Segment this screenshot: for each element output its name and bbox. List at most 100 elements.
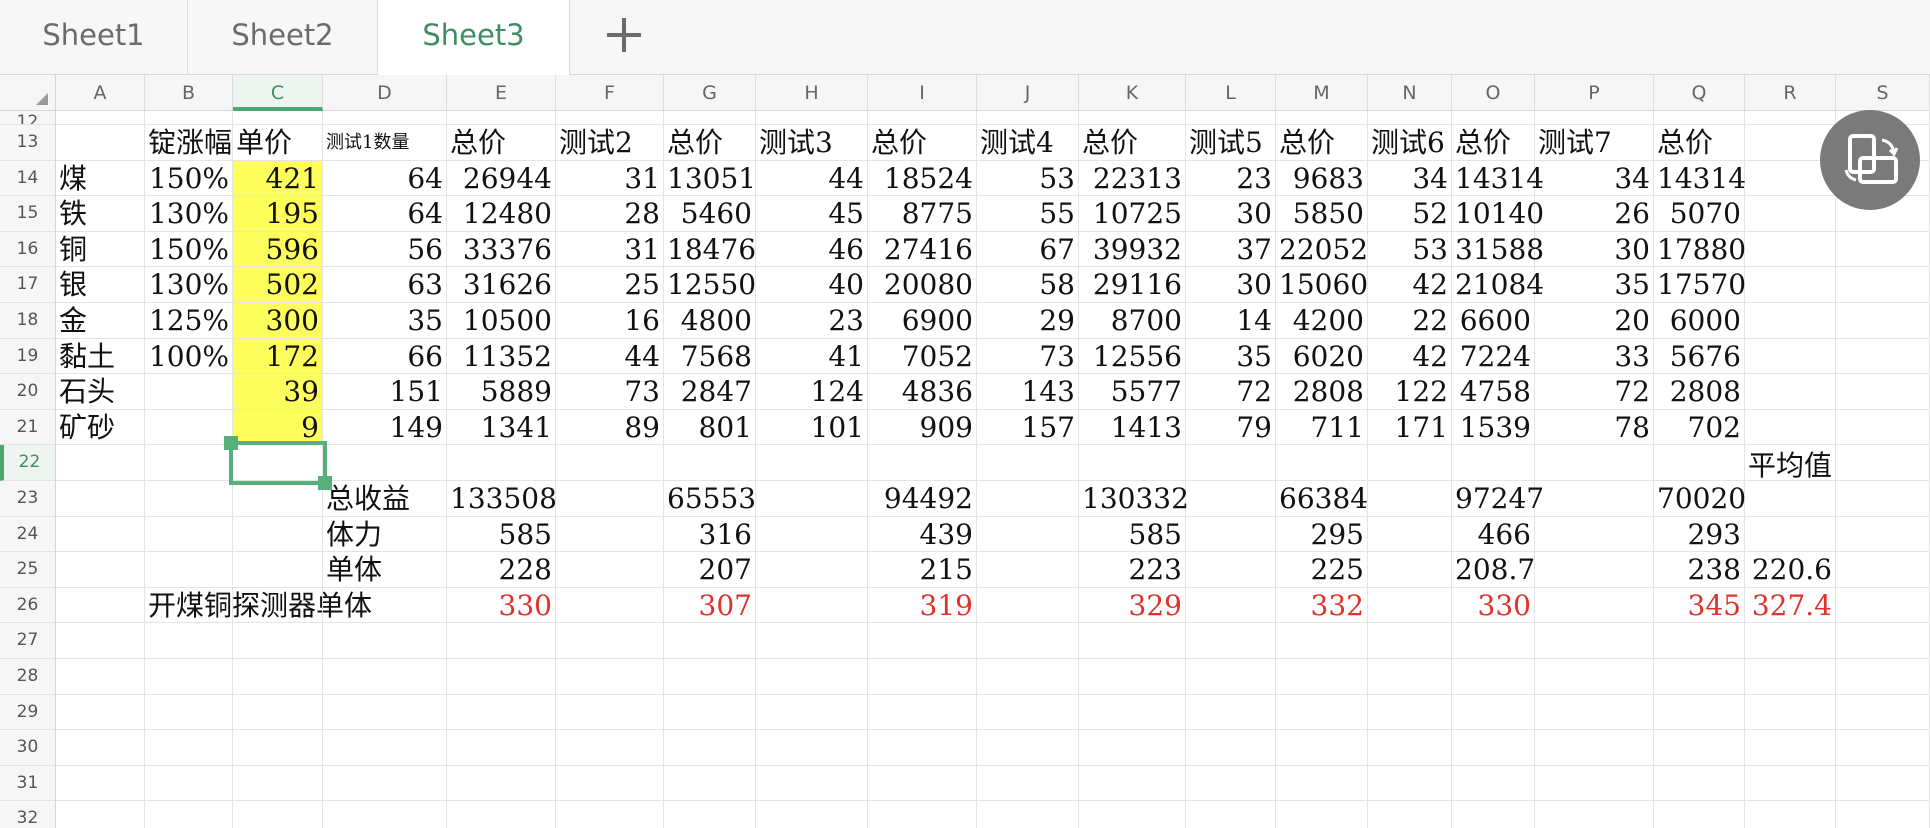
row-header-15[interactable]: 15: [0, 196, 56, 232]
cell-k30[interactable]: [1079, 730, 1186, 766]
cell-k31[interactable]: [1079, 765, 1186, 802]
cell-o16[interactable]: 31588: [1452, 231, 1544, 268]
cell-s20[interactable]: [1836, 374, 1930, 410]
cell-k17[interactable]: 29116: [1079, 267, 1186, 303]
cell-i31[interactable]: [868, 765, 977, 802]
cell-j27[interactable]: [977, 623, 1079, 659]
cell-m21[interactable]: 711: [1276, 409, 1368, 446]
row-header-16[interactable]: 16: [0, 231, 56, 268]
cell-c32[interactable]: [233, 801, 323, 828]
cell-e27[interactable]: [447, 623, 556, 659]
cell-a29[interactable]: [56, 694, 145, 731]
cell-j28[interactable]: [977, 659, 1079, 695]
cell-n20[interactable]: 122: [1368, 374, 1452, 410]
cell-g28[interactable]: [664, 659, 756, 695]
cell-n28[interactable]: [1368, 659, 1452, 695]
column-header-f[interactable]: F: [556, 75, 664, 111]
cell-n24[interactable]: [1368, 516, 1452, 553]
cell-d22[interactable]: [323, 445, 447, 481]
cell-h26[interactable]: [756, 587, 868, 624]
row-header-24[interactable]: 24: [0, 516, 56, 553]
cell-f17[interactable]: 25: [556, 267, 664, 303]
cell-r18[interactable]: [1745, 303, 1836, 339]
cell-r22[interactable]: 平均值: [1745, 445, 1836, 482]
cell-p16[interactable]: 30: [1535, 231, 1654, 268]
cell-d23[interactable]: 总收益: [323, 481, 447, 517]
cell-p12[interactable]: [1535, 111, 1654, 125]
cell-f21[interactable]: 89: [556, 409, 664, 446]
cell-a24[interactable]: [56, 516, 145, 553]
cell-j14[interactable]: 53: [977, 160, 1079, 197]
column-header-i[interactable]: I: [868, 75, 977, 111]
cell-r27[interactable]: [1745, 623, 1836, 659]
cell-j22[interactable]: [977, 445, 1079, 481]
cell-j32[interactable]: [977, 801, 1079, 828]
cell-q20[interactable]: 2808: [1654, 374, 1745, 410]
cell-g15[interactable]: 5460: [664, 196, 756, 232]
cell-e29[interactable]: [447, 694, 556, 731]
cell-o26[interactable]: 330: [1452, 587, 1535, 624]
cell-i14[interactable]: 18524: [868, 160, 977, 197]
cell-i13[interactable]: 总价: [868, 125, 977, 161]
cell-e17[interactable]: 31626: [447, 267, 556, 303]
cell-q23[interactable]: 70020: [1654, 481, 1746, 517]
cell-g21[interactable]: 801: [664, 409, 756, 446]
cell-f32[interactable]: [556, 801, 664, 828]
cell-j19[interactable]: 73: [977, 338, 1079, 375]
cell-e21[interactable]: 1341: [447, 409, 556, 446]
cell-d13[interactable]: 测试1数量: [323, 125, 447, 161]
cell-m23[interactable]: 66384: [1276, 481, 1368, 517]
cell-o29[interactable]: [1452, 694, 1535, 731]
cell-f20[interactable]: 73: [556, 374, 664, 410]
cell-n23[interactable]: [1368, 481, 1452, 517]
cell-i19[interactable]: 7052: [868, 338, 977, 375]
cell-o25[interactable]: 208.7: [1452, 552, 1535, 588]
cell-p27[interactable]: [1535, 623, 1654, 659]
cell-h13[interactable]: 测试3: [756, 125, 868, 161]
cell-c26[interactable]: [233, 587, 323, 624]
cell-m31[interactable]: [1276, 765, 1368, 802]
cell-b12[interactable]: [145, 111, 233, 125]
cell-k22[interactable]: [1079, 445, 1186, 481]
cell-o18[interactable]: 6600: [1452, 303, 1535, 339]
cell-f23[interactable]: [556, 481, 664, 517]
cell-e20[interactable]: 5889: [447, 374, 556, 410]
cell-p25[interactable]: [1535, 552, 1654, 588]
column-header-a[interactable]: A: [56, 75, 145, 111]
cell-e23[interactable]: 133508: [447, 481, 557, 517]
cell-n17[interactable]: 42: [1368, 267, 1452, 303]
cell-n29[interactable]: [1368, 694, 1452, 731]
cell-q22[interactable]: [1654, 445, 1745, 481]
cell-b31[interactable]: [145, 765, 233, 802]
cell-q15[interactable]: 5070: [1654, 196, 1745, 232]
cell-o15[interactable]: 10140: [1452, 196, 1544, 232]
cell-q14[interactable]: 14314: [1654, 160, 1746, 197]
cell-f18[interactable]: 16: [556, 303, 664, 339]
cell-b29[interactable]: [145, 694, 233, 731]
cell-g20[interactable]: 2847: [664, 374, 756, 410]
cell-r21[interactable]: [1745, 409, 1836, 446]
cell-c23[interactable]: [233, 481, 323, 517]
column-header-h[interactable]: H: [756, 75, 868, 111]
cell-p23[interactable]: [1535, 481, 1654, 517]
cell-m13[interactable]: 总价: [1276, 125, 1368, 161]
cell-c30[interactable]: [233, 730, 323, 766]
column-header-k[interactable]: K: [1079, 75, 1186, 111]
cell-h29[interactable]: [756, 694, 868, 731]
cell-o14[interactable]: 14314: [1452, 160, 1544, 197]
cell-n16[interactable]: 53: [1368, 231, 1452, 268]
tab-sheet1[interactable]: Sheet1: [0, 0, 188, 74]
cell-q16[interactable]: 17880: [1654, 231, 1746, 268]
cell-n13[interactable]: 测试6: [1368, 125, 1452, 161]
cell-g13[interactable]: 总价: [664, 125, 756, 161]
cell-c25[interactable]: [233, 552, 323, 588]
cell-i22[interactable]: [868, 445, 977, 481]
cell-r16[interactable]: [1745, 231, 1836, 268]
cell-g24[interactable]: 316: [664, 516, 756, 553]
cell-n27[interactable]: [1368, 623, 1452, 659]
cell-l12[interactable]: [1186, 111, 1276, 125]
column-header-p[interactable]: P: [1535, 75, 1654, 111]
cell-d12[interactable]: [323, 111, 447, 125]
cell-m26[interactable]: 332: [1276, 587, 1368, 624]
cell-i17[interactable]: 20080: [868, 267, 977, 303]
